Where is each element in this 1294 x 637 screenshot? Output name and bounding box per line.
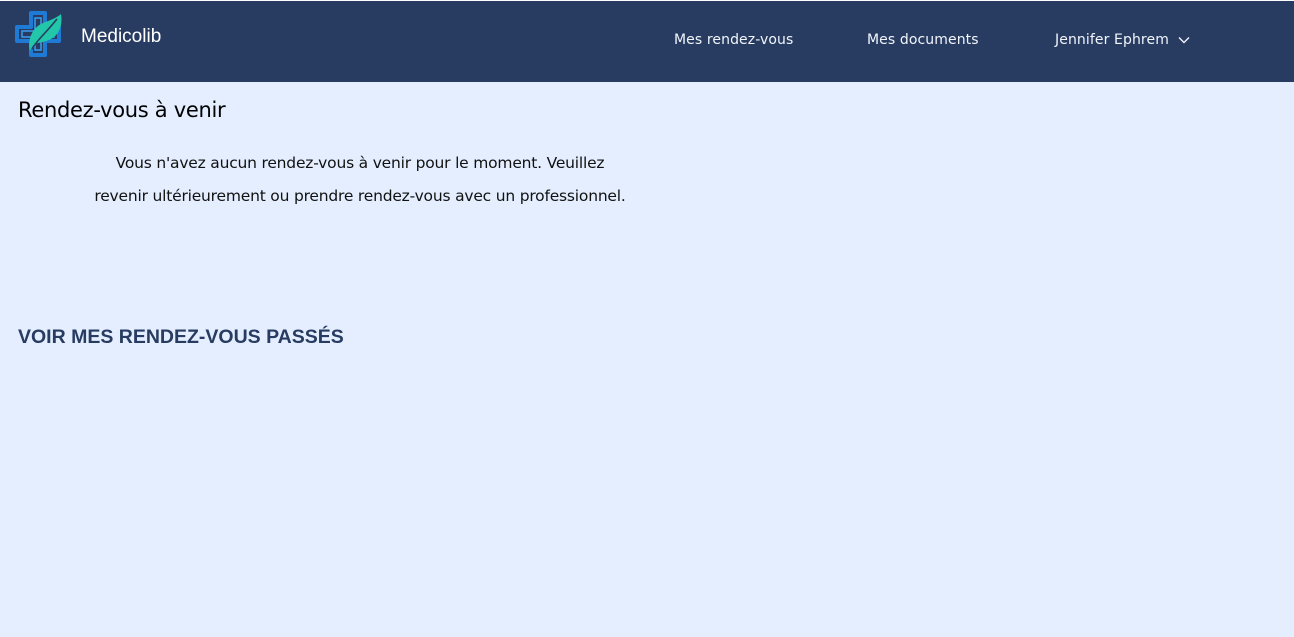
brand-logo-link[interactable]: Medicolib bbox=[13, 11, 161, 71]
user-name: Jennifer Ephrem bbox=[1055, 32, 1169, 48]
user-menu-dropdown[interactable]: Jennifer Ephrem bbox=[1055, 32, 1190, 48]
medical-cross-leaf-icon bbox=[13, 11, 75, 71]
chevron-down-icon bbox=[1178, 36, 1190, 44]
top-navbar: Medicolib Mes rendez-vous Mes documents … bbox=[0, 0, 1294, 82]
nav-link-appointments[interactable]: Mes rendez-vous bbox=[674, 32, 793, 48]
empty-state-message: Vous n'avez aucun rendez-vous à venir po… bbox=[94, 154, 626, 205]
nav-link-documents[interactable]: Mes documents bbox=[867, 32, 979, 48]
brand-name: Medicolib bbox=[81, 26, 162, 47]
page-title: Rendez-vous à venir bbox=[18, 98, 226, 122]
past-appointments-link[interactable]: VOIR MES RENDEZ-VOUS PASSÉS bbox=[18, 326, 344, 349]
